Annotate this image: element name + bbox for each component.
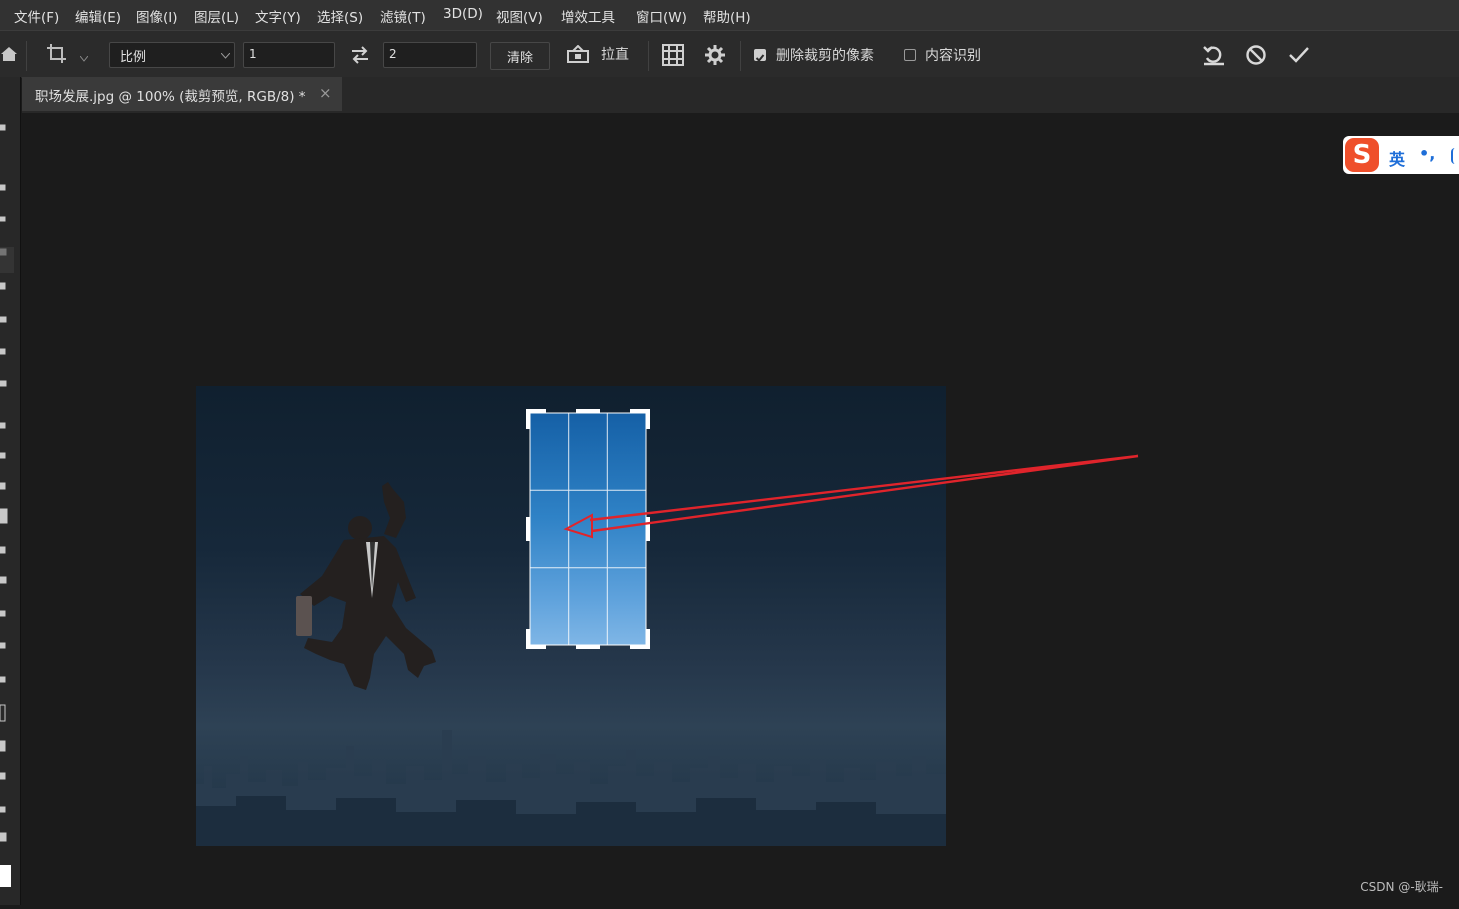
- ime-punct-label[interactable]: •,: [1419, 144, 1435, 163]
- ime-toolbar[interactable]: S 英 •,: [1343, 136, 1459, 174]
- ime-mode-label[interactable]: 英: [1389, 146, 1405, 170]
- watermark-text: CSDN @-耿瑞-: [1360, 880, 1443, 894]
- sogou-logo-icon: S: [1345, 138, 1379, 172]
- microphone-icon[interactable]: [1451, 148, 1459, 164]
- annotation-arrow: [563, 454, 1139, 539]
